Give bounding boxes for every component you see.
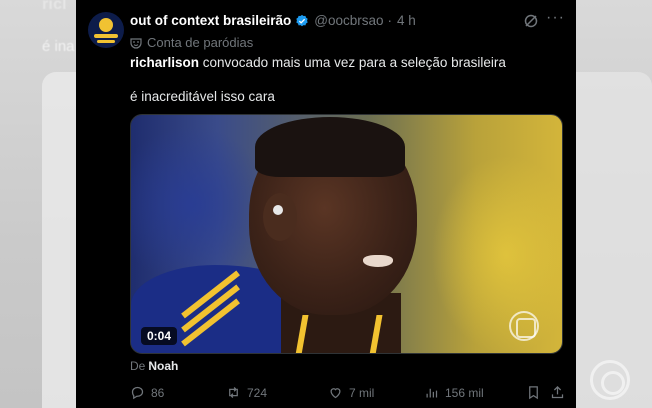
bookmark-button[interactable]: [526, 385, 547, 400]
mention-link[interactable]: richarlison: [130, 55, 199, 70]
tweet-text-line-1: richarlison convocado mais uma vez para …: [130, 55, 506, 70]
tweet-card[interactable]: out of context brasileirão @oocbrsao · 4…: [76, 0, 576, 408]
reply-button[interactable]: 86: [130, 385, 164, 400]
like-count: 7 mil: [349, 385, 375, 400]
avatar-text-shape-2: [97, 40, 115, 43]
video-duration: 0:04: [141, 327, 178, 345]
repost-count: 724: [247, 385, 268, 400]
views-button[interactable]: 156 mil: [424, 385, 484, 400]
from-name-link[interactable]: Noah: [148, 359, 178, 373]
tweet-header: out of context brasileirão @oocbrsao · 4…: [130, 13, 416, 28]
views-icon: [426, 388, 438, 398]
repost-button[interactable]: 724: [226, 385, 267, 400]
separator-dot: ·: [387, 13, 393, 28]
avatar-text-shape: [94, 34, 118, 38]
watermark-icon: [509, 311, 539, 341]
like-icon: [330, 388, 341, 399]
parody-label: Conta de paródias: [147, 35, 254, 50]
timestamp[interactable]: 4 h: [397, 13, 416, 28]
reply-icon: [131, 386, 144, 400]
bookmark-icon: [529, 386, 538, 400]
background-title-fragment: ricl: [42, 0, 67, 13]
tweet-video[interactable]: 0:04: [130, 114, 563, 354]
player-ear: [263, 193, 297, 241]
share-icon: [551, 385, 564, 399]
user-handle[interactable]: @oocbrsao: [314, 13, 383, 28]
from-prefix: De: [130, 359, 146, 373]
views-count: 156 mil: [445, 385, 484, 400]
earpiece: [273, 205, 283, 215]
player-collar: [295, 315, 383, 353]
video-source: De Noah: [130, 359, 178, 373]
globo-logo-icon: [590, 360, 630, 400]
tweet-actions: 86 724 7 mil 156 mil: [130, 382, 566, 404]
background-card-right: [576, 72, 652, 408]
tweet-text-line-2: é inacreditável isso cara: [130, 89, 275, 104]
like-button[interactable]: 7 mil: [328, 385, 374, 400]
share-button[interactable]: [550, 385, 571, 400]
repost-icon: [229, 387, 238, 398]
parody-icon: [130, 37, 142, 49]
avatar-ball-shape: [99, 18, 113, 32]
tweet-text-body: convocado mais uma vez para a seleção br…: [199, 55, 506, 70]
reply-count: 86: [151, 385, 165, 400]
player-mouth: [363, 255, 393, 267]
parody-label-row: Conta de paródias: [130, 35, 253, 50]
verified-icon: [295, 14, 309, 28]
player-hair: [255, 117, 405, 177]
more-icon[interactable]: ···: [546, 10, 565, 26]
grok-icon[interactable]: [523, 13, 539, 29]
avatar[interactable]: [88, 12, 124, 48]
media-background-yellow: [431, 155, 562, 353]
display-name[interactable]: out of context brasileirão: [130, 13, 291, 28]
background-text-fragment: é ina: [42, 38, 75, 55]
